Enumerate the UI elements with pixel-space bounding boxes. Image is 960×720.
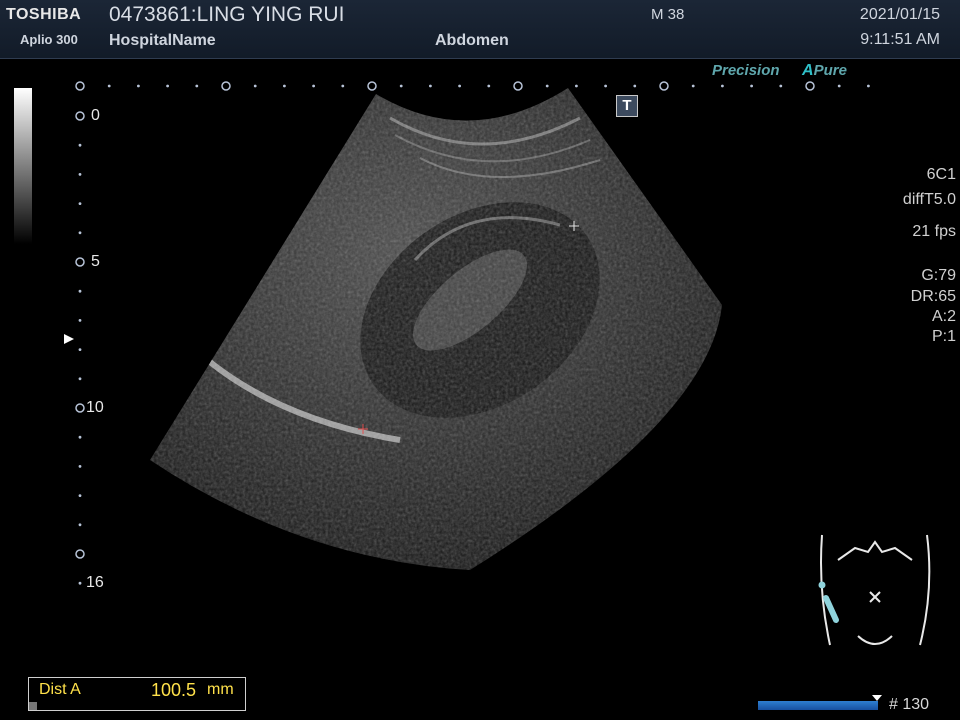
lateral-minor-tick (545, 84, 549, 88)
depth-label-5: 5 (91, 253, 100, 270)
scan-sector (150, 88, 722, 570)
lateral-minor-tick (867, 84, 870, 88)
depth-minor-tick (78, 173, 82, 176)
lateral-scale (75, 81, 870, 91)
lateral-minor-tick (166, 84, 170, 88)
depth-minor-tick (78, 465, 82, 468)
depth-minor-tick (78, 523, 82, 527)
fps-label: 21 fps (912, 223, 956, 240)
lateral-minor-tick (721, 84, 724, 88)
lateral-minor-tick (253, 84, 257, 88)
probe-mark (818, 581, 839, 623)
lateral-minor-tick (341, 84, 345, 88)
lateral-minor-tick (429, 84, 432, 88)
lateral-major-tick (805, 81, 815, 91)
depth-minor-tick (78, 143, 82, 147)
lateral-major-tick (221, 81, 231, 91)
depth-label-10: 10 (86, 399, 104, 416)
probe-label: 6C1 (926, 166, 956, 183)
p-label: P:1 (931, 328, 956, 345)
lateral-minor-tick (283, 84, 286, 88)
depth-major-tick (75, 111, 85, 121)
lateral-minor-tick (691, 84, 695, 88)
cine-position-marker[interactable] (872, 695, 882, 701)
measurement-value: 100.5 (151, 680, 197, 700)
lateral-major-tick (513, 81, 523, 91)
lateral-minor-tick (312, 84, 315, 88)
depth-label-0: 0 (91, 107, 100, 124)
measurement-corner-marker (29, 702, 37, 710)
depth-scale (75, 111, 85, 585)
depth-major-tick (75, 549, 85, 559)
a-label: A:2 (931, 308, 956, 325)
depth-minor-tick (78, 581, 82, 585)
lateral-minor-tick (137, 84, 140, 88)
lateral-minor-tick (779, 84, 783, 88)
lateral-minor-tick (750, 84, 753, 88)
lateral-major-tick (367, 81, 377, 91)
lateral-minor-tick (458, 84, 461, 88)
depth-minor-tick (78, 348, 82, 351)
filter-label: diffT5.0 (902, 191, 956, 208)
lateral-major-tick (75, 81, 85, 91)
depth-minor-tick (78, 289, 82, 293)
focus-marker[interactable] (64, 334, 74, 344)
body-mark-t-button[interactable]: T (616, 95, 638, 117)
lateral-minor-tick (604, 84, 607, 88)
depth-minor-tick (78, 202, 82, 206)
depth-major-tick (75, 403, 85, 413)
depth-label-16: 16 (86, 574, 104, 591)
depth-minor-tick (78, 494, 82, 497)
measurement-unit: mm (207, 681, 234, 698)
lateral-minor-tick (107, 84, 111, 88)
depth-minor-tick (78, 319, 82, 322)
lateral-minor-tick (487, 84, 491, 88)
depth-minor-tick (78, 377, 82, 381)
measurement-box: Dist A 100.5 mm (28, 677, 246, 711)
lateral-major-tick (659, 81, 669, 91)
depth-minor-tick (78, 231, 82, 235)
depth-minor-tick (78, 435, 82, 439)
cine-scroll-bar[interactable] (758, 701, 878, 710)
lateral-minor-tick (837, 84, 841, 88)
measurement-label: Dist A (39, 681, 81, 698)
gain-label: G:79 (921, 267, 956, 284)
lateral-minor-tick (633, 84, 637, 88)
ultrasound-image (64, 81, 931, 646)
depth-major-tick (75, 257, 85, 267)
dr-label: DR:65 (910, 288, 956, 305)
cine-frame-count: # 130 (889, 696, 930, 713)
lateral-minor-tick (195, 84, 199, 88)
body-mark-pictogram (820, 534, 931, 646)
lateral-minor-tick (399, 84, 403, 88)
lateral-minor-tick (575, 84, 578, 88)
